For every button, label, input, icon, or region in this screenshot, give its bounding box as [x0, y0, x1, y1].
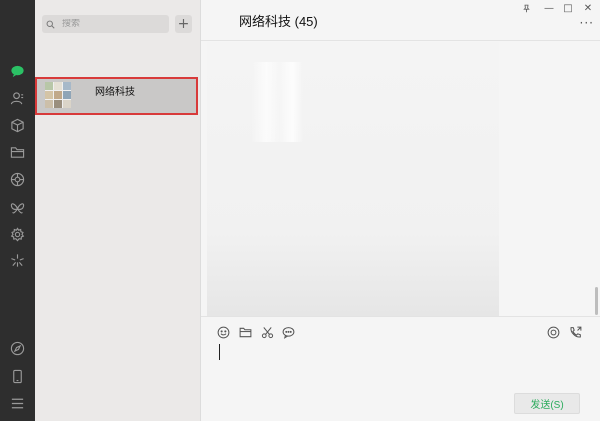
search-box[interactable]: [42, 15, 169, 33]
maximize-button[interactable]: □: [561, 2, 575, 14]
group-avatar: [45, 82, 71, 108]
chat-icon[interactable]: [8, 62, 27, 81]
moments-icon[interactable]: [8, 170, 27, 189]
chat-title: 网络科技 (45): [239, 14, 318, 29]
wechat-window: + 网络科技 网络科技 (45) — □ ✕ ···: [0, 0, 600, 421]
compose-area: 发送(S): [201, 316, 600, 421]
call-icon[interactable]: [568, 325, 582, 339]
box-icon[interactable]: [8, 116, 27, 135]
phone-icon[interactable]: [8, 367, 27, 386]
more-options-button[interactable]: ···: [580, 16, 594, 30]
scissors-icon[interactable]: [260, 325, 274, 339]
pin-icon[interactable]: [519, 2, 533, 14]
minimize-button[interactable]: —: [542, 2, 556, 14]
add-button[interactable]: +: [175, 15, 192, 33]
text-cursor[interactable]: [219, 344, 220, 360]
close-button[interactable]: ✕: [581, 2, 595, 14]
butterfly-icon[interactable]: [8, 199, 27, 218]
blurred-content: [251, 62, 303, 142]
scrollbar[interactable]: [595, 287, 598, 315]
folder-icon[interactable]: [8, 143, 27, 162]
compass-icon[interactable]: [8, 339, 27, 358]
sparkle-icon[interactable]: [8, 251, 27, 270]
chat-item-name: 网络科技: [95, 87, 135, 98]
side-rail: [0, 0, 35, 421]
chat-list-item[interactable]: 网络科技: [35, 77, 198, 115]
chat-panel: 网络科技 (45) — □ ✕ ··· 发送(S): [201, 0, 600, 421]
settings-gear-icon[interactable]: [8, 225, 27, 244]
live-icon[interactable]: [546, 325, 560, 339]
chat-bubble-icon[interactable]: [281, 325, 295, 339]
menu-icon[interactable]: [8, 394, 27, 413]
search-icon: [46, 17, 60, 31]
contacts-icon[interactable]: [8, 89, 27, 108]
message-area[interactable]: [207, 42, 499, 316]
send-button[interactable]: 发送(S): [514, 393, 580, 414]
emoji-icon[interactable]: [216, 325, 230, 339]
chat-header: 网络科技 (45) — □ ✕ ···: [201, 0, 600, 41]
chat-list-panel: + 网络科技: [35, 0, 201, 421]
folder-icon[interactable]: [238, 325, 252, 339]
search-input[interactable]: [62, 19, 162, 29]
